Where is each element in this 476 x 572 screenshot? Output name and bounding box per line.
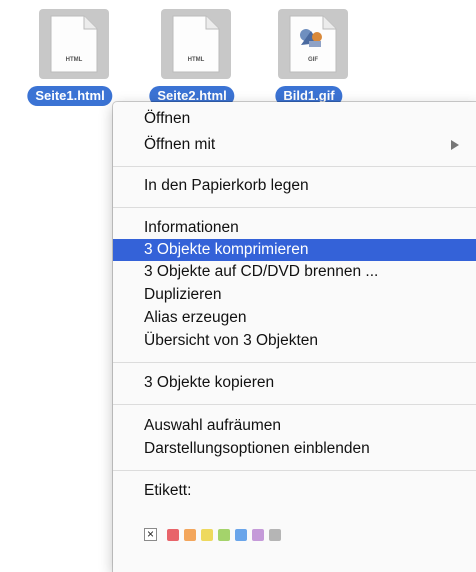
menu-separator xyxy=(113,404,476,405)
label-gray-swatch[interactable] xyxy=(269,529,281,541)
no-label-x-icon[interactable]: × xyxy=(144,528,157,541)
file-name[interactable]: Seite1.html xyxy=(27,86,113,106)
menu-item-uebersicht[interactable]: Übersicht von 3 Objekten xyxy=(113,330,476,352)
menu-separator xyxy=(113,207,476,208)
menu-separator xyxy=(113,362,476,363)
html-document-icon: HTML xyxy=(50,15,98,73)
file-icon-bild1[interactable]: GIF Bild1.gif xyxy=(259,9,359,106)
menu-separator xyxy=(113,166,476,167)
file-icon-seite1[interactable]: HTML Seite1.html xyxy=(20,9,120,106)
gif-image-icon: GIF xyxy=(289,15,337,73)
file-type-label: HTML xyxy=(66,57,83,63)
context-menu: Öffnen Öffnen mit In den Papierkorb lege… xyxy=(113,102,476,572)
label-blue-swatch[interactable] xyxy=(235,529,247,541)
menu-item-label: Öffnen mit xyxy=(144,136,216,153)
menu-item-kopieren[interactable]: 3 Objekte kopieren xyxy=(113,372,476,394)
menu-item-darstellungsoptionen[interactable]: Darstellungsoptionen einblenden xyxy=(113,438,476,460)
menu-item-komprimieren[interactable]: 3 Objekte komprimieren xyxy=(113,239,476,261)
file-type-label: HTML xyxy=(188,57,205,63)
label-orange-swatch[interactable] xyxy=(184,529,196,541)
submenu-arrow-icon xyxy=(451,140,459,150)
label-red-swatch[interactable] xyxy=(167,529,179,541)
menu-item-papierkorb[interactable]: In den Papierkorb legen xyxy=(113,175,476,197)
menu-item-aufraeumen[interactable]: Auswahl aufräumen xyxy=(113,415,476,437)
label-green-swatch[interactable] xyxy=(218,529,230,541)
menu-item-alias[interactable]: Alias erzeugen xyxy=(113,307,476,329)
label-section-title: Etikett: xyxy=(144,482,192,499)
menu-item-informationen[interactable]: Informationen xyxy=(113,217,476,239)
label-purple-swatch[interactable] xyxy=(252,529,264,541)
menu-item-oeffnen-mit[interactable]: Öffnen mit xyxy=(113,134,476,156)
html-document-icon: HTML xyxy=(172,15,220,73)
menu-item-oeffnen[interactable]: Öffnen xyxy=(113,108,476,130)
label-yellow-swatch[interactable] xyxy=(201,529,213,541)
file-type-label: GIF xyxy=(308,57,318,63)
menu-item-brennen[interactable]: 3 Objekte auf CD/DVD brennen ... xyxy=(113,261,476,283)
file-icon-seite2[interactable]: HTML Seite2.html xyxy=(142,9,242,106)
menu-item-duplizieren[interactable]: Duplizieren xyxy=(113,284,476,306)
menu-separator xyxy=(113,470,476,471)
